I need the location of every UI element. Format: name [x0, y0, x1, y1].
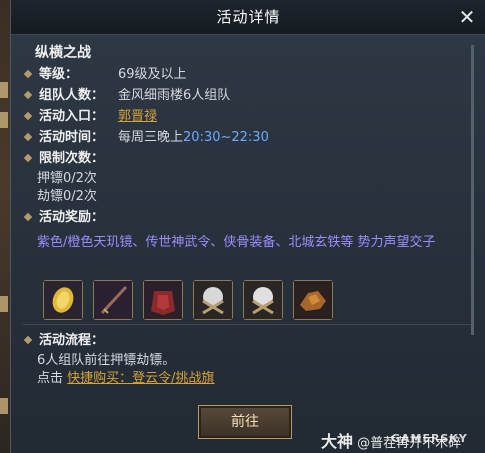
go-button[interactable]: 前往: [198, 405, 292, 439]
flow-row: 活动流程：: [23, 332, 104, 350]
flow-label: 活动流程：: [39, 333, 105, 348]
watermark-text: 大神: [321, 432, 354, 451]
quick-buy-link[interactable]: 快捷购买：登云令/挑战旗: [67, 371, 214, 386]
activity-name: 纵横之战: [35, 45, 91, 61]
time-label: 活动时间：: [39, 130, 105, 145]
diamond-bullet-icon: [23, 335, 33, 345]
level-value: 69级及以上: [118, 67, 187, 82]
sword-icon[interactable]: [93, 280, 133, 320]
watermark-brand: GAMERSKY: [391, 432, 468, 445]
limit-row: 限制次数：: [23, 150, 104, 168]
ore-icon[interactable]: [293, 280, 333, 320]
side-tab-marker: [0, 398, 8, 414]
close-icon[interactable]: ✕: [456, 6, 478, 28]
white-orb-crossed-icon[interactable]: [193, 280, 233, 320]
side-tab-marker: [0, 296, 8, 312]
flow-click-text: 点击: [37, 371, 64, 386]
flow-line2: 点击 快捷购买：登云令/挑战旗: [37, 370, 215, 388]
level-label: 等级：: [39, 67, 79, 82]
scrollbar[interactable]: [471, 45, 474, 335]
dialog-titlebar: 活动详情 ✕: [11, 0, 485, 35]
reward-text: 紫色/橙色天玑镜、传世神武令、侠骨装备、北城玄铁等 势力声望交子: [37, 235, 436, 250]
side-tab-marker: [0, 112, 8, 128]
time-value: 每周三晚上20:30~22:30: [118, 129, 269, 147]
team-label: 组队人数：: [39, 88, 105, 103]
diamond-bullet-icon: [23, 212, 33, 222]
diamond-bullet-icon: [23, 111, 33, 121]
limit-rob: 劫镖0/2次: [37, 189, 97, 204]
time-prefix: 每周三晚上: [118, 130, 184, 145]
side-tab-marker: [0, 82, 8, 98]
diamond-bullet-icon: [23, 153, 33, 163]
dialog-title: 活动详情: [216, 8, 281, 26]
activity-detail-dialog: 活动详情 ✕ 纵横之战 等级： 69级及以上 组队人数： 金风细雨楼6人组队 活…: [10, 0, 485, 453]
section-divider: [23, 324, 473, 325]
reward-row: 活动奖励：: [23, 209, 104, 227]
gold-coin-icon[interactable]: [43, 280, 83, 320]
armor-icon[interactable]: [143, 280, 183, 320]
team-row: 组队人数： 金风细雨楼6人组队: [23, 87, 230, 105]
diamond-bullet-icon: [23, 132, 33, 142]
diamond-bullet-icon: [23, 90, 33, 100]
activity-content: 纵横之战 等级： 69级及以上 组队人数： 金风细雨楼6人组队 活动入口： 郭晋…: [23, 36, 485, 453]
entry-label: 活动入口：: [39, 109, 105, 124]
diamond-bullet-icon: [23, 69, 33, 79]
level-row: 等级： 69级及以上: [23, 66, 187, 84]
limit-escort: 押镖0/2次: [37, 171, 97, 186]
team-value: 金风细雨楼6人组队: [118, 88, 231, 103]
white-orb-crossed-icon[interactable]: [243, 280, 283, 320]
reward-label: 活动奖励：: [39, 210, 105, 225]
entry-npc-link[interactable]: 郭晋禄: [118, 108, 157, 126]
flow-line1: 6人组队前往押镖劫镖。: [37, 353, 176, 368]
time-row: 活动时间： 每周三晚上20:30~22:30: [23, 129, 269, 147]
limit-label: 限制次数：: [39, 151, 105, 166]
time-range: 20:30~22:30: [183, 130, 269, 145]
entry-row: 活动入口： 郭晋禄: [23, 108, 157, 126]
